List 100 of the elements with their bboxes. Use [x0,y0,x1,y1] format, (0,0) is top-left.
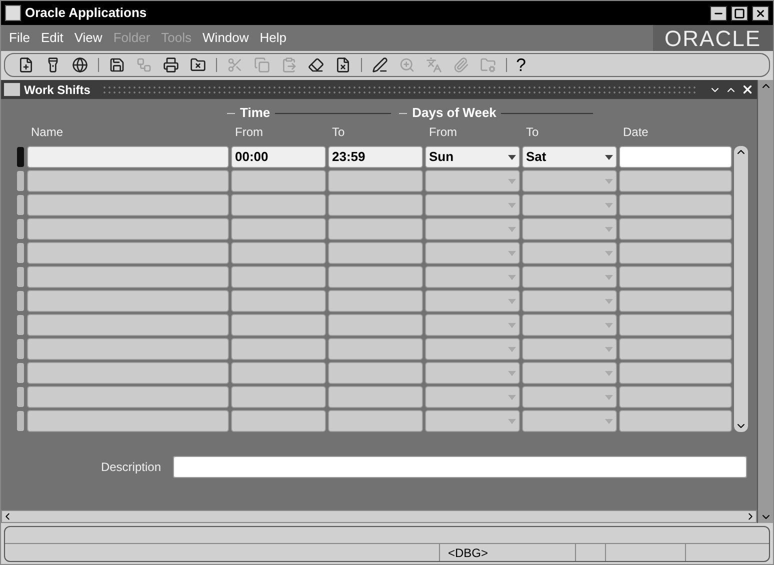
dropdown-field[interactable] [522,266,617,288]
dropdown-field[interactable] [425,242,520,264]
delete-record-button[interactable] [334,56,352,74]
horizontal-scrollbar[interactable] [1,510,757,523]
table-cell[interactable] [231,362,326,384]
table-cell[interactable] [619,338,732,360]
dropdown-field[interactable] [522,314,617,336]
row-indicator[interactable] [17,363,24,383]
table-cell[interactable] [619,290,732,312]
dropdown-field[interactable] [425,194,520,216]
minimize-button[interactable] [710,6,727,20]
table-cell[interactable] [231,386,326,408]
table-cell[interactable] [27,290,229,312]
row-indicator[interactable] [17,411,24,431]
table-cell[interactable] [328,338,423,360]
table-cell[interactable] [619,266,732,288]
table-cell[interactable] [27,338,229,360]
table-cell[interactable] [27,266,229,288]
table-cell[interactable] [619,218,732,240]
row-indicator[interactable] [17,171,24,191]
table-cell[interactable] [619,386,732,408]
row-indicator[interactable] [17,339,24,359]
row-indicator[interactable] [17,147,24,167]
globe-button[interactable] [71,56,89,74]
table-cell[interactable] [619,410,732,432]
window-scrollbar[interactable] [757,80,773,523]
help-button[interactable]: ? [516,56,526,74]
table-cell[interactable] [27,146,229,168]
dropdown-field[interactable]: Sun [425,146,520,168]
table-cell[interactable]: 23:59 [328,146,423,168]
table-cell[interactable] [328,410,423,432]
table-cell[interactable] [231,218,326,240]
table-cell[interactable] [328,386,423,408]
table-cell[interactable] [27,410,229,432]
description-field[interactable] [173,456,747,478]
menu-item[interactable]: Edit [40,28,64,48]
table-cell[interactable] [27,362,229,384]
table-cell[interactable] [27,194,229,216]
dropdown-field[interactable] [522,194,617,216]
dropdown-field[interactable] [425,170,520,192]
maximize-button[interactable] [731,6,748,20]
pen-button[interactable] [371,56,389,74]
dropdown-field[interactable] [522,362,617,384]
table-cell[interactable] [27,218,229,240]
table-cell[interactable] [231,242,326,264]
table-cell[interactable] [328,314,423,336]
menu-item[interactable]: Help [260,28,287,48]
row-indicator[interactable] [17,243,24,263]
table-cell[interactable] [328,242,423,264]
row-indicator[interactable] [17,267,24,287]
table-cell[interactable] [619,194,732,216]
table-cell[interactable] [619,314,732,336]
table-cell[interactable] [231,266,326,288]
table-cell[interactable] [619,146,732,168]
table-cell[interactable]: 00:00 [231,146,326,168]
new-record-button[interactable] [17,56,35,74]
menu-item[interactable]: File [9,28,30,48]
save-button[interactable] [108,56,126,74]
dropdown-field[interactable] [522,170,617,192]
table-cell[interactable] [231,338,326,360]
menu-item[interactable]: View [74,28,102,48]
table-cell[interactable] [619,170,732,192]
close-form-button[interactable] [189,56,207,74]
dropdown-field[interactable] [425,386,520,408]
dropdown-field[interactable] [522,410,617,432]
table-cell[interactable] [619,362,732,384]
dropdown-field[interactable] [522,242,617,264]
dropdown-field[interactable] [522,290,617,312]
dropdown-field[interactable] [522,338,617,360]
table-cell[interactable] [231,314,326,336]
table-cell[interactable] [328,170,423,192]
dropdown-field[interactable] [425,266,520,288]
table-cell[interactable] [328,362,423,384]
close-icon[interactable] [741,83,754,96]
row-indicator[interactable] [17,315,24,335]
table-cell[interactable] [231,194,326,216]
dropdown-field[interactable] [425,218,520,240]
table-cell[interactable] [27,386,229,408]
menu-item[interactable]: Window [202,28,249,48]
table-cell[interactable] [328,194,423,216]
row-indicator[interactable] [17,219,24,239]
dropdown-field[interactable] [425,362,520,384]
table-cell[interactable] [27,242,229,264]
table-cell[interactable] [231,290,326,312]
close-button[interactable] [752,6,769,20]
dropdown-field[interactable] [425,314,520,336]
table-cell[interactable] [231,170,326,192]
table-cell[interactable] [328,290,423,312]
table-cell[interactable] [27,170,229,192]
table-cell[interactable] [328,218,423,240]
table-cell[interactable] [328,266,423,288]
print-button[interactable] [162,56,180,74]
row-indicator[interactable] [17,195,24,215]
table-cell[interactable] [619,242,732,264]
eraser-button[interactable] [307,56,325,74]
table-cell[interactable] [231,410,326,432]
vertical-scrollbar[interactable] [734,146,748,432]
row-indicator[interactable] [17,387,24,407]
table-cell[interactable] [27,314,229,336]
dropdown-field[interactable] [425,410,520,432]
